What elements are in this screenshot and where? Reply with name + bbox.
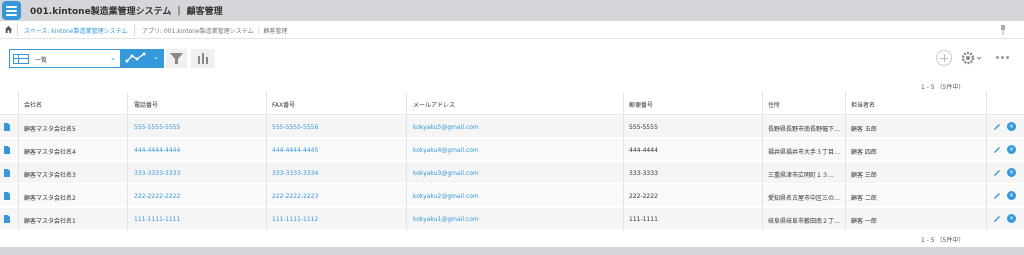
pin-icon[interactable]	[1000, 25, 1006, 35]
column-divider	[127, 93, 128, 230]
breadcrumb-separator	[134, 24, 135, 36]
cell-contact: 顧客 二郎	[851, 195, 877, 202]
delete-icon[interactable]: ×	[1007, 191, 1016, 200]
cell-contact: 顧客 五郎	[851, 126, 877, 133]
cell-company: 顧客マスタ会社名5	[24, 126, 76, 133]
grid-icon	[13, 54, 29, 64]
document-icon[interactable]	[4, 169, 10, 177]
cell-phone[interactable]: 222-2222-2222	[134, 193, 262, 200]
cell-fax[interactable]: 333-3333-3334	[272, 170, 402, 177]
breadcrumb: スペース: kintone製造業管理システム アプリ: 001.kintone製…	[0, 21, 1024, 39]
view-select[interactable]: 一覧 ⌄	[9, 49, 121, 68]
header-zip[interactable]: 郵便番号	[629, 100, 653, 109]
column-divider	[762, 93, 763, 230]
cell-zip: 111-1111	[629, 216, 658, 223]
edit-icon[interactable]	[993, 215, 1001, 223]
pagination-bottom: 1 - 5 （5件中）	[921, 237, 965, 244]
cell-phone[interactable]: 444-4444-4444	[134, 147, 262, 154]
table-row[interactable]: 顧客マスタ会社名1 111-1111-1111 111-1111-1112 kokya…	[0, 208, 1024, 230]
cell-email[interactable]: kokyaku2@gmail.com	[413, 193, 618, 200]
delete-icon[interactable]: ×	[1007, 168, 1016, 177]
chevron-down-icon: ⌄	[110, 54, 116, 62]
table-row[interactable]: 顧客マスタ会社名5 555-5555-5555 555-5555-5556 kokya…	[0, 116, 1024, 138]
document-icon[interactable]	[4, 192, 10, 200]
home-icon[interactable]	[4, 25, 13, 34]
cell-contact: 顧客 四郎	[851, 149, 877, 156]
add-icon[interactable]	[936, 50, 952, 66]
breadcrumb-app: アプリ: 001.kintone製造業管理システム ｜ 顧客管理	[142, 28, 288, 35]
cell-company: 顧客マスタ会社名4	[24, 149, 76, 156]
column-divider	[266, 93, 267, 230]
app-title: 001.kintone製造業管理システム ｜ 顧客管理	[30, 7, 223, 17]
cell-zip: 444-4444	[629, 147, 658, 154]
table-header: 会社名 電話番号 FAX番号 メールアドレス 郵便番号 住所 担当者名	[0, 93, 1024, 115]
cell-zip: 333-3333	[629, 170, 658, 177]
cell-email[interactable]: kokyaku4@gmail.com	[413, 147, 618, 154]
cell-contact: 顧客 一郎	[851, 218, 877, 225]
cell-company: 顧客マスタ会社名2	[24, 195, 76, 202]
table-row[interactable]: 顧客マスタ会社名4 444-4444-4444 444-4444-4445 kokya…	[0, 139, 1024, 161]
edit-icon[interactable]	[993, 146, 1001, 154]
cell-address: 福井県福井市大手３丁目…	[768, 149, 841, 156]
cell-zip: 555-5555	[629, 124, 658, 131]
header-email[interactable]: メールアドレス	[413, 100, 455, 109]
filter-button[interactable]	[166, 49, 187, 68]
cell-company: 顧客マスタ会社名1	[24, 218, 76, 225]
cell-phone[interactable]: 111-1111-1111	[134, 216, 262, 223]
cell-company: 顧客マスタ会社名3	[24, 172, 76, 179]
column-divider	[845, 93, 846, 230]
cell-fax[interactable]: 555-5555-5556	[272, 124, 402, 131]
cell-fax[interactable]: 111-1111-1112	[272, 216, 402, 223]
column-divider	[406, 93, 407, 230]
cell-zip: 222-2222	[629, 193, 658, 200]
header-contact[interactable]: 担当者名	[851, 100, 875, 109]
cell-fax[interactable]: 444-4444-4445	[272, 147, 402, 154]
delete-icon[interactable]: ×	[1007, 122, 1016, 131]
breadcrumb-separator	[17, 24, 18, 36]
cell-fax[interactable]: 222-2222-2223	[272, 193, 402, 200]
chevron-down-icon: ⌄	[153, 53, 159, 61]
edit-icon[interactable]	[993, 123, 1001, 131]
edit-icon[interactable]	[993, 192, 1001, 200]
delete-icon[interactable]: ×	[1007, 214, 1016, 223]
header-phone[interactable]: 電話番号	[134, 100, 158, 109]
bar-chart-icon	[198, 53, 208, 64]
bottom-bar	[0, 247, 1024, 255]
cell-email[interactable]: kokyaku3@gmail.com	[413, 170, 618, 177]
cell-address: 三重県津市広明町１３…	[768, 172, 835, 179]
document-icon[interactable]	[4, 215, 10, 223]
column-divider	[986, 93, 987, 230]
cell-address: 長野県長野市南長野幅下…	[768, 126, 841, 133]
gear-icon[interactable]	[961, 50, 983, 66]
cell-phone[interactable]: 555-5555-5555	[134, 124, 262, 131]
table-row[interactable]: 顧客マスタ会社名2 222-2222-2222 222-2222-2223 kokya…	[0, 185, 1024, 207]
chart-button[interactable]	[191, 49, 215, 68]
title-bar: 001.kintone製造業管理システム ｜ 顧客管理	[0, 0, 1024, 21]
menu-icon[interactable]	[2, 1, 21, 20]
header-fax[interactable]: FAX番号	[272, 100, 295, 109]
filter-icon	[170, 53, 183, 64]
cell-address: 愛知県名古屋市中区三の…	[768, 195, 841, 202]
cell-contact: 顧客 三郎	[851, 172, 877, 179]
more-icon[interactable]	[996, 53, 1010, 61]
table-row[interactable]: 顧客マスタ会社名3 333-3333-3333 333-3333-3334 kokya…	[0, 162, 1024, 184]
cell-email[interactable]: kokyaku5@gmail.com	[413, 124, 618, 131]
breadcrumb-space-link[interactable]: スペース: kintone製造業管理システム	[24, 26, 128, 35]
view-label: 一覧	[35, 57, 48, 64]
graph-button[interactable]: ⌄	[121, 49, 164, 68]
header-address[interactable]: 住所	[768, 100, 780, 109]
document-icon[interactable]	[4, 146, 10, 154]
column-divider	[18, 93, 19, 230]
line-chart-icon	[125, 52, 146, 63]
header-company[interactable]: 会社名	[24, 100, 42, 109]
cell-phone[interactable]: 333-3333-3333	[134, 170, 262, 177]
edit-icon[interactable]	[993, 169, 1001, 177]
document-icon[interactable]	[4, 123, 10, 131]
delete-icon[interactable]: ×	[1007, 145, 1016, 154]
column-divider	[623, 93, 624, 230]
pagination-top: 1 - 5 （5件中）	[921, 84, 965, 91]
cell-email[interactable]: kokyaku1@gmail.com	[413, 216, 618, 223]
cell-address: 岐阜県岐阜市薮田南２丁…	[768, 218, 841, 225]
